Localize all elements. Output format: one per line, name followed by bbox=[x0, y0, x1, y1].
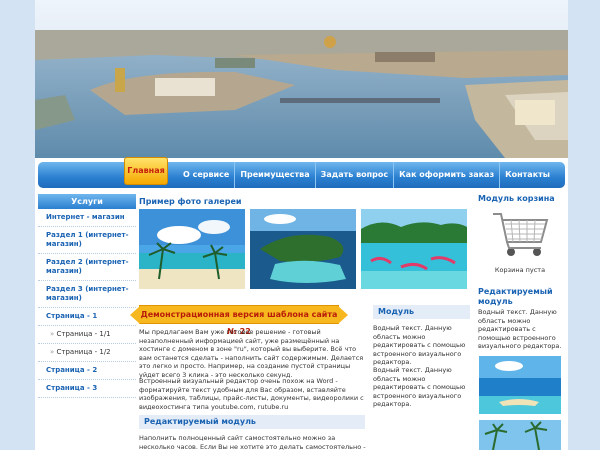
demo-banner: Демонстрационная версия шаблона сайта № … bbox=[130, 305, 348, 336]
nav-item-order[interactable]: Как оформить заказ bbox=[393, 162, 499, 188]
services-menu-title: Услуги bbox=[38, 194, 136, 209]
gallery-photo-3[interactable] bbox=[361, 209, 467, 289]
page: О сервисе Преимущества Задать вопрос Как… bbox=[35, 0, 568, 450]
cart-status: Корзина пуста bbox=[494, 266, 546, 274]
main-paragraph-3: Наполнить полноценный сайт самостоятельн… bbox=[139, 434, 366, 450]
menu-item-page-2[interactable]: Страница - 2 bbox=[38, 362, 136, 380]
menu-item-shop[interactable]: Интернет - магазин bbox=[38, 209, 136, 227]
main-paragraph-2: Встроенный визуальный редактор очень пох… bbox=[139, 377, 364, 411]
gallery-title: Пример фото галереи bbox=[139, 197, 242, 206]
main-nav: О сервисе Преимущества Задать вопрос Как… bbox=[38, 162, 565, 188]
nav-item-home[interactable]: Главная bbox=[124, 157, 168, 185]
main-paragraph-1: Мы предлагаем Вам уже готовое решение - … bbox=[139, 328, 364, 379]
nav-item-advantages[interactable]: Преимущества bbox=[234, 162, 314, 188]
menu-item-page-1-2[interactable]: Страница - 1/2 bbox=[38, 344, 136, 362]
nav-item-ask[interactable]: Задать вопрос bbox=[314, 162, 393, 188]
menu-item-page-3[interactable]: Страница - 3 bbox=[38, 380, 136, 398]
menu-item-section-2[interactable]: Раздел 2 (интернет-магазин) bbox=[38, 254, 136, 281]
gallery-photo-2[interactable] bbox=[250, 209, 356, 289]
menu-item-section-3[interactable]: Раздел 3 (интернет-магазин) bbox=[38, 281, 136, 308]
menu-item-page-1[interactable]: Страница - 1 bbox=[38, 308, 136, 326]
module-text-2: Водный текст. Данную область можно редак… bbox=[373, 366, 466, 408]
header-city-image bbox=[35, 0, 568, 158]
cart-module-title: Модуль корзина bbox=[478, 194, 555, 203]
services-menu: Услуги Интернет - магазин Раздел 1 (инте… bbox=[38, 194, 136, 398]
shopping-cart-icon[interactable] bbox=[487, 208, 553, 262]
menu-item-section-1[interactable]: Раздел 1 (интернет-магазин) bbox=[38, 227, 136, 254]
module-text-1: Водный текст. Данную область можно редак… bbox=[373, 324, 466, 366]
gallery-photo-1[interactable] bbox=[139, 209, 245, 289]
nav-item-about[interactable]: О сервисе bbox=[178, 162, 234, 188]
nav-item-contacts[interactable]: Контакты bbox=[499, 162, 555, 188]
module-title: Модуль bbox=[373, 305, 470, 319]
right-editable-text: Водный текст. Данную область можно редак… bbox=[478, 308, 562, 350]
right-editable-title: Редактируемый модуль bbox=[478, 287, 553, 306]
menu-item-page-1-1[interactable]: Страница - 1/1 bbox=[38, 326, 136, 344]
right-photo-2[interactable] bbox=[479, 420, 561, 450]
right-photo-1[interactable] bbox=[479, 356, 561, 414]
editable-module-title: Редактируемый модуль bbox=[139, 415, 365, 429]
